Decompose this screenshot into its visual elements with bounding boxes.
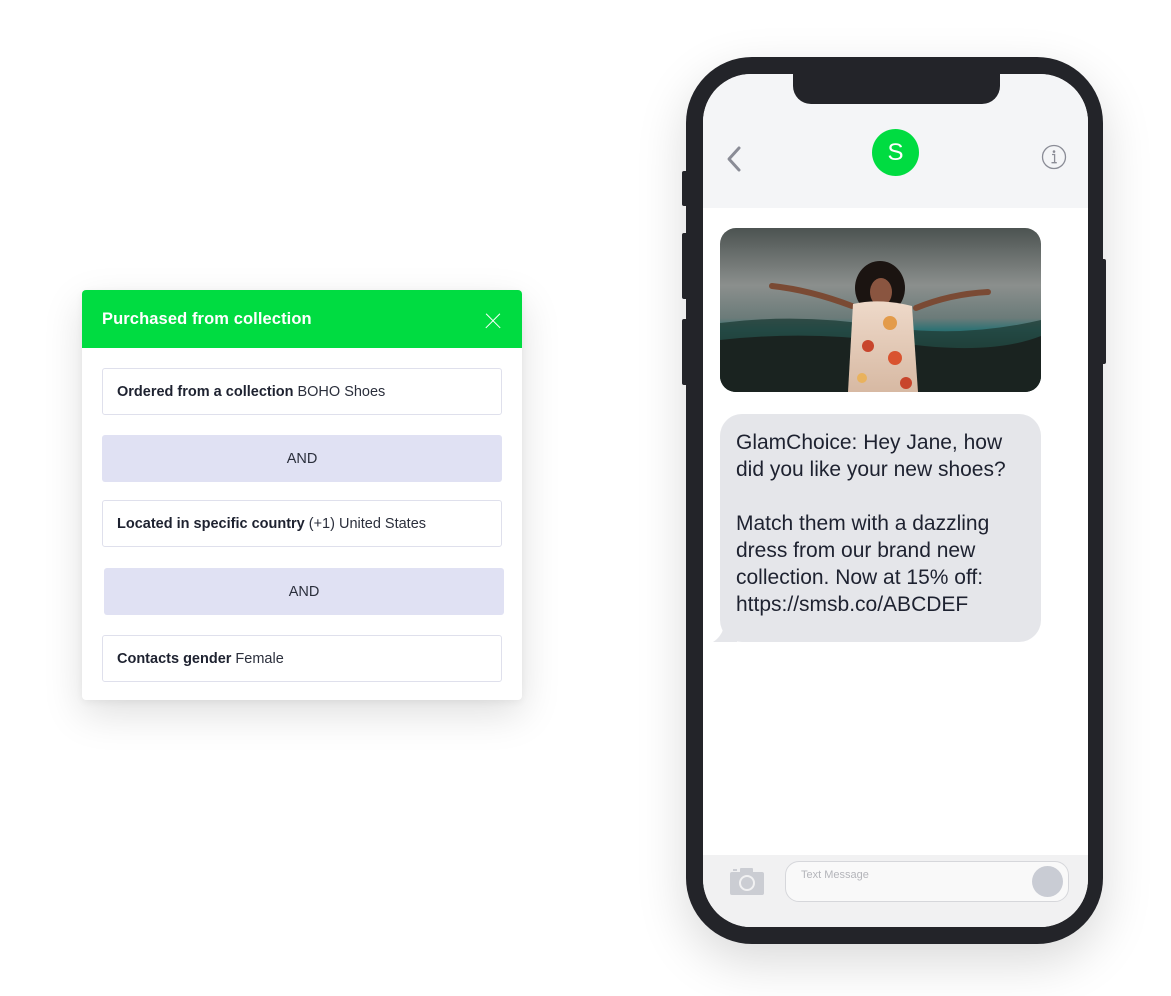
segment-filter-panel: Purchased from collection Ordered from a… bbox=[82, 290, 522, 700]
text-message-input[interactable] bbox=[785, 861, 1069, 902]
condition-label: Ordered from a collection bbox=[117, 383, 294, 400]
chevron-left-icon[interactable] bbox=[725, 144, 745, 174]
send-button[interactable] bbox=[1032, 866, 1063, 897]
condition-contacts-gender[interactable]: Contacts gender Female bbox=[102, 635, 502, 682]
phone-notch bbox=[793, 74, 1000, 104]
message-image[interactable] bbox=[720, 228, 1041, 392]
message-composer bbox=[703, 855, 1088, 927]
phone-silent-switch bbox=[682, 171, 688, 206]
condition-value: Female bbox=[235, 650, 284, 667]
phone-volume-down bbox=[682, 319, 688, 385]
phone-mockup: S GlamChoice: Hey Jane, how did you like… bbox=[682, 57, 1106, 944]
close-icon[interactable] bbox=[484, 312, 502, 330]
info-icon[interactable] bbox=[1041, 144, 1067, 170]
condition-label: Located in specific country bbox=[117, 515, 305, 532]
phone-power-button bbox=[1100, 259, 1106, 364]
camera-icon[interactable] bbox=[730, 867, 764, 895]
operator-and-button[interactable]: AND bbox=[102, 435, 502, 482]
panel-header: Purchased from collection bbox=[82, 290, 522, 348]
message-bubble[interactable]: GlamChoice: Hey Jane, how did you like y… bbox=[720, 414, 1041, 642]
phone-volume-up bbox=[682, 233, 688, 299]
panel-title: Purchased from collection bbox=[102, 309, 312, 328]
condition-value: BOHO Shoes bbox=[297, 383, 386, 400]
condition-located-in-country[interactable]: Located in specific country (+1) United … bbox=[102, 500, 502, 547]
contact-avatar[interactable]: S bbox=[872, 129, 919, 176]
phone-screen: S GlamChoice: Hey Jane, how did you like… bbox=[703, 74, 1088, 927]
condition-label: Contacts gender bbox=[117, 650, 232, 667]
operator-and-button[interactable]: AND bbox=[104, 568, 504, 615]
condition-value: (+1) United States bbox=[308, 515, 427, 532]
condition-ordered-from-collection[interactable]: Ordered from a collection BOHO Shoes bbox=[102, 368, 502, 415]
